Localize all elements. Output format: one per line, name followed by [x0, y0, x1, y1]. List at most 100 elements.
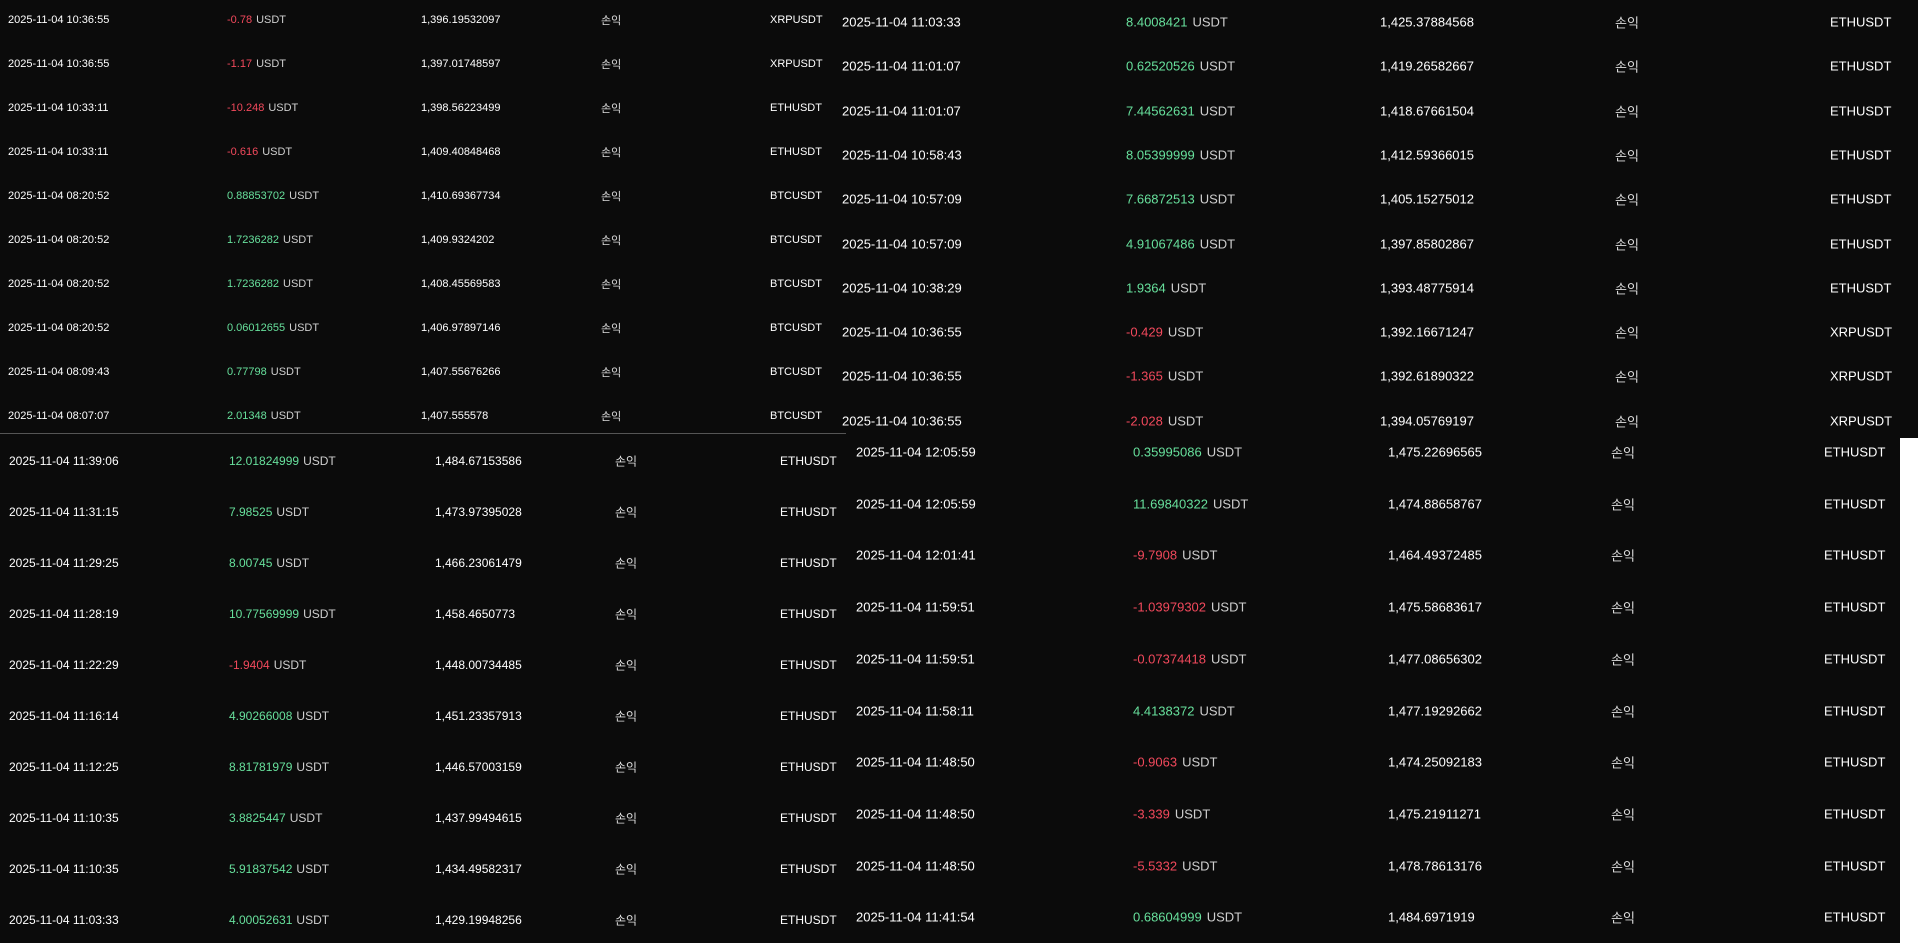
pnl-unit: USDT	[1211, 599, 1247, 615]
balance-value: 1,418.67661504	[1380, 103, 1474, 119]
pnl-amount-cell: 4.90266008 USDT	[229, 709, 329, 723]
pnl-amount: -0.616	[227, 146, 259, 158]
trade-time: 2025-11-04 11:01:07	[842, 103, 961, 119]
trade-time: 2025-11-04 11:48:50	[856, 754, 975, 770]
transaction-type: 손익	[1611, 548, 1635, 564]
pnl-unit: USDT	[283, 234, 313, 246]
pnl-unit: USDT	[1199, 703, 1235, 718]
pnl-amount: -0.9063	[1133, 754, 1178, 770]
transaction-type: 손익	[1615, 325, 1639, 341]
pnl-unit: USDT	[1174, 806, 1211, 822]
pnl-unit: USDT	[296, 709, 330, 723]
pnl-unit: USDT	[289, 190, 320, 202]
pnl-unit: USDT	[1167, 368, 1204, 384]
balance-value: 1,477.08656302	[1388, 651, 1482, 667]
transaction-type: 손익	[601, 191, 622, 203]
transaction-type: 손익	[615, 556, 638, 571]
pnl-amount: 1.7236282	[227, 278, 279, 290]
pnl-amount-cell: 5.91837542 USDT	[229, 862, 329, 876]
pnl-unit: USDT	[268, 102, 299, 114]
pnl-unit: USDT	[1182, 754, 1218, 770]
pnl-amount-cell: 4.4138372 USDT	[1133, 703, 1235, 718]
pnl-unit: USDT	[1199, 147, 1236, 163]
symbol: ETHUSDT	[1824, 754, 1886, 770]
pnl-unit: USDT	[296, 760, 330, 774]
transaction-type: 손익	[1611, 497, 1635, 513]
pnl-amount: 8.00745	[229, 556, 273, 570]
transaction-type: 손익	[601, 15, 622, 27]
pnl-amount: 0.62520526	[1126, 58, 1195, 74]
trade-time: 2025-11-04 10:33:11	[8, 102, 109, 114]
balance-value: 1,412.59366015	[1380, 147, 1474, 163]
trade-time: 2025-11-04 08:20:52	[8, 190, 110, 202]
balance-value: 1,406.97897146	[421, 322, 501, 334]
symbol: ETHUSDT	[1824, 651, 1886, 667]
balance-value: 1,429.19948256	[435, 913, 522, 927]
symbol: BTCUSDT	[770, 410, 822, 422]
symbol: ETHUSDT	[780, 913, 837, 927]
pnl-unit: USDT	[1167, 413, 1204, 429]
transaction-type: 손익	[601, 103, 622, 115]
balance-value: 1,398.56223499	[421, 102, 501, 114]
pnl-unit: USDT	[1211, 651, 1247, 667]
pnl-amount: 10.77569999	[229, 607, 300, 621]
trade-time: 2025-11-04 11:22:29	[9, 658, 119, 672]
pnl-unit: USDT	[1212, 496, 1249, 512]
pnl-amount: -3.339	[1133, 806, 1170, 822]
pnl-amount-cell: 8.4008421 USDT	[1126, 15, 1228, 30]
pnl-amount-cell: 4.91067486 USDT	[1126, 236, 1235, 251]
pnl-amount-cell: -0.429 USDT	[1126, 325, 1203, 340]
pnl-amount: 8.4008421	[1126, 14, 1188, 30]
transaction-type: 손익	[1615, 281, 1639, 297]
transaction-type: 손익	[1615, 59, 1639, 75]
transaction-type: 손익	[615, 709, 638, 724]
trade-time: 2025-11-04 12:05:59	[856, 496, 976, 512]
transaction-type: 손익	[1615, 104, 1639, 120]
pnl-amount-cell: 7.66872513 USDT	[1126, 192, 1235, 207]
pnl-unit: USDT	[1170, 280, 1207, 296]
trade-time: 2025-11-04 11:59:51	[856, 599, 975, 615]
balance-value: 1,451.23357913	[435, 709, 522, 723]
symbol: ETHUSDT	[780, 607, 837, 621]
pnl-unit: USDT	[289, 811, 323, 825]
pnl-amount: 4.00052631	[229, 913, 293, 927]
pnl-amount-cell: 12.01824999 USDT	[229, 454, 336, 468]
trade-time: 2025-11-04 10:38:29	[842, 280, 962, 296]
pnl-unit: USDT	[1182, 858, 1218, 874]
pnl-unit: USDT	[273, 658, 307, 672]
pnl-amount: 3.8825447	[229, 811, 286, 825]
balance-value: 1,466.23061479	[435, 556, 522, 570]
balance-value: 1,446.57003159	[435, 760, 522, 774]
pnl-amount-cell: 3.8825447 USDT	[229, 811, 322, 825]
pnl-amount: 1.7236282	[227, 234, 279, 246]
balance-value: 1,396.19532097	[421, 14, 501, 26]
trade-time: 2025-11-04 11:16:14	[9, 709, 119, 723]
trade-time: 2025-11-04 08:20:52	[8, 278, 110, 290]
balance-value: 1,474.88658767	[1388, 496, 1482, 512]
transaction-type: 손익	[1615, 148, 1639, 164]
pnl-amount-cell: -1.365 USDT	[1126, 369, 1203, 384]
symbol: BTCUSDT	[770, 366, 822, 378]
trade-time: 2025-11-04 08:09:43	[8, 366, 110, 378]
transaction-type: 손익	[1611, 807, 1635, 823]
symbol: ETHUSDT	[780, 556, 837, 570]
balance-value: 1,484.67153586	[435, 454, 522, 468]
transaction-type: 손익	[601, 367, 622, 379]
balance-value: 1,397.01748597	[421, 58, 501, 70]
symbol: ETHUSDT	[1830, 58, 1892, 74]
pnl-unit: USDT	[283, 278, 313, 290]
pnl-amount-cell: 0.06012655 USDT	[227, 322, 319, 334]
pnl-amount: 4.91067486	[1126, 236, 1195, 251]
symbol: ETHUSDT	[770, 146, 822, 158]
symbol: BTCUSDT	[770, 278, 822, 290]
balance-value: 1,409.40848468	[421, 146, 501, 158]
pnl-unit: USDT	[270, 366, 301, 378]
balance-value: 1,475.22696565	[1388, 444, 1482, 460]
pnl-amount-cell: 1.9364 USDT	[1126, 280, 1206, 295]
pnl-amount-cell: -1.9404 USDT	[229, 658, 306, 672]
symbol: ETHUSDT	[1830, 191, 1892, 207]
pnl-amount: -0.429	[1126, 324, 1163, 340]
trade-time: 2025-11-04 11:01:07	[842, 58, 961, 74]
balance-value: 1,419.26582667	[1380, 58, 1474, 74]
pnl-amount-cell: 8.81781979 USDT	[229, 760, 329, 774]
